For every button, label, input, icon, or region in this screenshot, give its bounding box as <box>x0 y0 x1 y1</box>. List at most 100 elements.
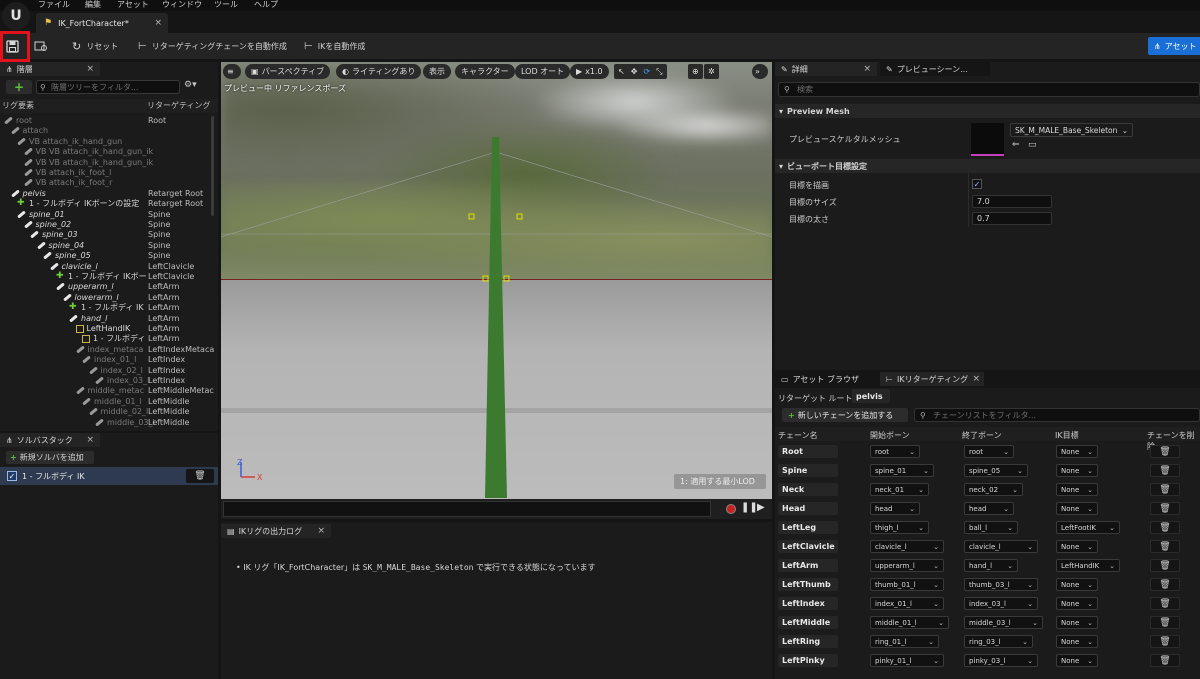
close-icon[interactable]: × <box>154 18 162 28</box>
use-selected-icon[interactable]: ⇐ <box>1012 140 1020 150</box>
reset-button[interactable]: ↻ リセット <box>72 33 118 59</box>
ik-goal-dropdown[interactable]: None ⌄ <box>1056 597 1098 610</box>
ik-goal-dropdown[interactable]: None ⌄ <box>1056 502 1098 515</box>
details-search-input[interactable]: ⚲ 検索 <box>778 82 1200 97</box>
auto-create-ik-button[interactable]: ⊢ IKを自動作成 <box>304 33 365 59</box>
column-start-bone[interactable]: 開始ボーン <box>870 430 910 441</box>
start-bone-dropdown[interactable]: root ⌄ <box>870 445 920 458</box>
play-button[interactable]: ▶ <box>757 502 765 513</box>
delete-chain-button[interactable]: 🗑 <box>1150 616 1180 629</box>
start-bone-dropdown[interactable]: thigh_l ⌄ <box>870 521 929 534</box>
delete-chain-button[interactable]: 🗑 <box>1150 559 1180 572</box>
hierarchy-row[interactable]: VB attach_ik_foot_l <box>0 168 214 178</box>
hierarchy-row[interactable]: index_03_l LeftIndex <box>0 376 214 386</box>
end-bone-dropdown[interactable]: ring_03_l ⌄ <box>964 635 1033 648</box>
hierarchy-row[interactable]: root Root <box>0 116 214 126</box>
close-icon[interactable]: × <box>317 526 325 536</box>
rotate-icon[interactable]: ⟳ <box>643 67 650 76</box>
hierarchy-row[interactable]: 1 - フルボディ LeftArm <box>0 334 214 344</box>
start-bone-dropdown[interactable]: neck_01 ⌄ <box>870 483 929 496</box>
perspective-button[interactable]: ▣ パースペクティブ <box>245 64 331 79</box>
column-retarget-chain[interactable]: リターゲティング <box>147 99 211 113</box>
end-bone-dropdown[interactable]: ball_l ⌄ <box>964 521 1018 534</box>
menu-asset[interactable]: アセット <box>117 0 149 10</box>
move-icon[interactable]: ✥ <box>631 67 638 76</box>
menu-window[interactable]: ウィンドウ <box>162 0 202 10</box>
start-bone-dropdown[interactable]: index_01_l ⌄ <box>870 597 944 610</box>
end-bone-dropdown[interactable]: index_03_l ⌄ <box>964 597 1038 610</box>
details-tab[interactable]: ✎ 詳細 × <box>775 62 877 76</box>
add-element-button[interactable]: + <box>6 80 32 94</box>
viewport[interactable]: Z X <box>221 62 772 518</box>
chain-search-input[interactable]: ⚲ チェーンリストをフィルタ... <box>914 408 1200 422</box>
end-bone-dropdown[interactable]: clavicle_l ⌄ <box>964 540 1038 553</box>
delete-chain-button[interactable]: 🗑 <box>1150 597 1180 610</box>
hierarchy-row[interactable]: VB attach_ik_hand_gun <box>0 137 214 147</box>
hierarchy-row[interactable]: clavicle_l LeftClavicle <box>0 262 214 272</box>
hierarchy-row[interactable]: middle_01_l LeftMiddle <box>0 397 214 407</box>
hierarchy-row[interactable]: middle_03_l LeftMiddle <box>0 418 214 428</box>
character-button[interactable]: キャラクター <box>455 64 515 79</box>
hierarchy-row[interactable]: index_01_l LeftIndex <box>0 355 214 365</box>
hierarchy-row[interactable]: spine_04 Spine <box>0 241 214 251</box>
end-bone-dropdown[interactable]: root ⌄ <box>964 445 1014 458</box>
ik-goal-dropdown[interactable]: LeftFootIK ⌄ <box>1056 521 1120 534</box>
delete-solver-button[interactable]: 🗑 <box>186 469 214 483</box>
document-tab[interactable]: ⚑ IK_FortCharacter* × <box>36 13 168 33</box>
delete-chain-button[interactable]: 🗑 <box>1150 464 1180 477</box>
close-icon[interactable]: × <box>972 374 980 384</box>
solver-item[interactable]: ✓ 1 - フルボディ IK 🗑 <box>0 467 218 485</box>
chain-name-field[interactable]: Neck <box>778 483 838 496</box>
chain-name-field[interactable]: Spine <box>778 464 838 477</box>
ik-retarget-tab[interactable]: ⊢ IKリターゲティング × <box>880 372 984 386</box>
lod-button[interactable]: LOD オート <box>515 64 571 79</box>
hierarchy-row[interactable]: upperarm_l LeftArm <box>0 282 214 292</box>
unreal-logo-icon[interactable]: U <box>2 2 30 30</box>
section-goal-settings[interactable]: ▾ ビューポート目標設定 <box>775 159 1200 173</box>
snap-toggle[interactable]: ✲ <box>704 64 719 79</box>
hierarchy-row[interactable]: ✚ 1 - フルボディ IKボーンの設定 Retarget Root <box>0 199 214 209</box>
hierarchy-row[interactable]: pelvis Retarget Root <box>0 189 214 199</box>
solver-enabled-checkbox[interactable]: ✓ <box>7 471 17 481</box>
hierarchy-row[interactable]: VB VB attach_ik_hand_gun_ik <box>0 158 214 168</box>
column-rig-element[interactable]: リグ要素 <box>2 99 34 113</box>
ik-goal-dropdown[interactable]: None ⌄ <box>1056 578 1098 591</box>
close-icon[interactable]: × <box>863 64 871 74</box>
pause-button[interactable]: ❚❚ <box>741 502 758 513</box>
column-chain-name[interactable]: チェーン名 <box>778 430 818 441</box>
end-bone-dropdown[interactable]: neck_02 ⌄ <box>964 483 1023 496</box>
end-bone-dropdown[interactable]: hand_l ⌄ <box>964 559 1018 572</box>
ik-goal-dropdown[interactable]: None ⌄ <box>1056 654 1098 667</box>
hierarchy-row[interactable]: attach <box>0 126 214 136</box>
start-bone-dropdown[interactable]: upperarm_l ⌄ <box>870 559 944 572</box>
delete-chain-button[interactable]: 🗑 <box>1150 521 1180 534</box>
viewport-expand-button[interactable]: » <box>752 64 768 79</box>
goal-size-input[interactable]: 7.0 <box>972 195 1052 208</box>
chain-name-field[interactable]: LeftArm <box>778 559 838 572</box>
chain-name-field[interactable]: LeftPinky <box>778 654 838 667</box>
menu-file[interactable]: ファイル <box>38 0 70 10</box>
hierarchy-row[interactable]: LeftHandIK LeftArm <box>0 324 214 334</box>
record-button[interactable] <box>726 504 736 514</box>
end-bone-dropdown[interactable]: thumb_03_l ⌄ <box>964 578 1038 591</box>
close-icon[interactable]: × <box>86 435 94 445</box>
close-icon[interactable]: × <box>86 64 94 74</box>
chain-name-field[interactable]: LeftThumb <box>778 578 838 591</box>
start-bone-dropdown[interactable]: clavicle_l ⌄ <box>870 540 944 553</box>
column-end-bone[interactable]: 終了ボーン <box>962 430 1002 441</box>
world-space-toggle[interactable]: ⊕ <box>688 64 703 79</box>
retarget-root-value[interactable]: pelvis <box>852 389 890 403</box>
end-bone-dropdown[interactable]: pinky_03_l ⌄ <box>964 654 1038 667</box>
auto-create-chains-button[interactable]: ⊢ リターゲティングチェーンを自動作成 <box>138 33 287 59</box>
delete-chain-button[interactable]: 🗑 <box>1150 654 1180 667</box>
hierarchy-row[interactable]: index_02_l LeftIndex <box>0 366 214 376</box>
hierarchy-row[interactable]: ✚ 1 - フルボディ IK LeftArm <box>0 303 214 313</box>
column-ik-goal[interactable]: IK目標 <box>1055 430 1079 441</box>
browse-icon[interactable]: ▭ <box>1028 140 1037 150</box>
delete-chain-button[interactable]: 🗑 <box>1150 483 1180 496</box>
ik-goal-dropdown[interactable]: None ⌄ <box>1056 464 1098 477</box>
play-speed-button[interactable]: ▶ x1.0 <box>570 64 609 79</box>
ik-goal-dropdown[interactable]: None ⌄ <box>1056 445 1098 458</box>
start-bone-dropdown[interactable]: pinky_01_l ⌄ <box>870 654 944 667</box>
hierarchy-tab[interactable]: ⋔ 階層 × <box>0 62 100 76</box>
